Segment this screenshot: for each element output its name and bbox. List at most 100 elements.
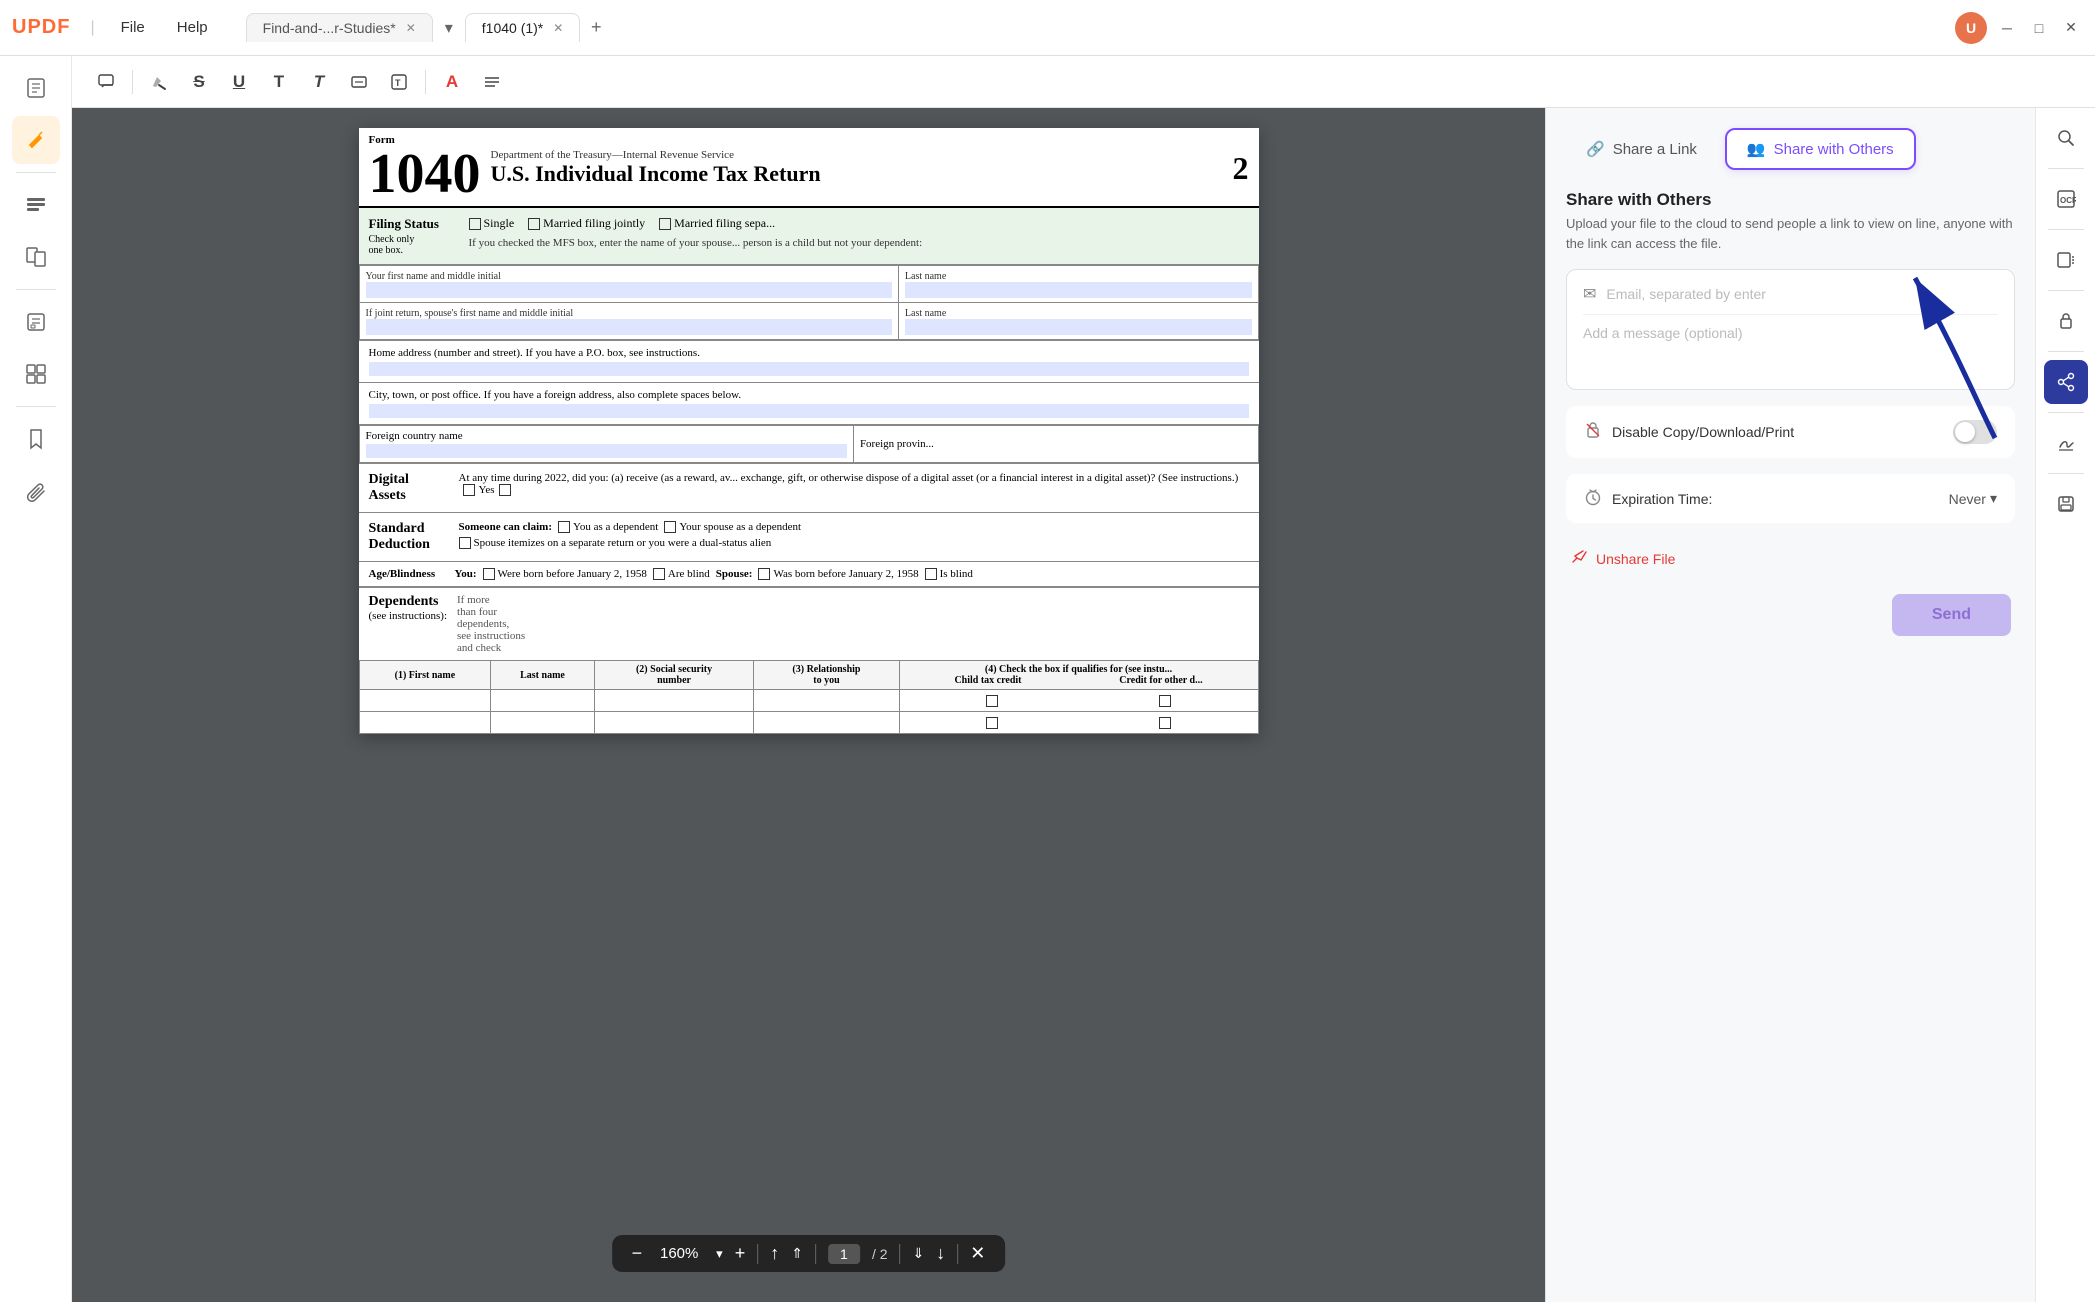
menu-help[interactable]: Help bbox=[163, 13, 222, 42]
spouse-last-input[interactable] bbox=[905, 319, 1252, 335]
dep-2-fn[interactable] bbox=[359, 712, 491, 734]
spouse-born-58-checkbox[interactable] bbox=[758, 568, 770, 580]
tool-comment[interactable] bbox=[88, 64, 124, 100]
sidebar-item-annotate[interactable] bbox=[12, 116, 60, 164]
city-input[interactable] bbox=[369, 404, 1249, 418]
tab-add[interactable]: + bbox=[582, 14, 610, 42]
dep-2-ln[interactable] bbox=[491, 712, 594, 734]
avatar: U bbox=[1955, 12, 1987, 44]
da-yes-checkbox[interactable] bbox=[463, 484, 475, 496]
zoom-level: 160% bbox=[654, 1245, 704, 1262]
dep-1-ssn[interactable] bbox=[594, 690, 754, 712]
dep-1-rel[interactable] bbox=[754, 690, 899, 712]
tool-color[interactable]: A bbox=[434, 64, 470, 100]
tool-text-style[interactable]: T bbox=[381, 64, 417, 100]
expiration-value-text: Never bbox=[1949, 491, 1986, 507]
tool-text-bold[interactable]: T bbox=[301, 64, 337, 100]
rs-protect[interactable] bbox=[2044, 299, 2088, 343]
tab-0-close[interactable]: ✕ bbox=[406, 21, 416, 35]
scroll-down-button[interactable]: ↓ bbox=[936, 1243, 945, 1264]
zoom-out-button[interactable]: − bbox=[632, 1243, 643, 1264]
born-58-checkbox[interactable] bbox=[483, 568, 495, 580]
blind-checkbox[interactable] bbox=[653, 568, 665, 580]
page-number-input[interactable] bbox=[828, 1244, 860, 1264]
spouse-itemize-checkbox[interactable] bbox=[459, 537, 471, 549]
spouse-last-label: Last name bbox=[898, 303, 1258, 340]
sidebar-sep-3 bbox=[16, 406, 56, 407]
scroll-up-button[interactable]: ↑ bbox=[770, 1243, 779, 1264]
tool-text-T[interactable]: T bbox=[261, 64, 297, 100]
tab-0-label: Find-and-...r-Studies* bbox=[263, 20, 396, 36]
dep-2-rel[interactable] bbox=[754, 712, 899, 734]
tab-1[interactable]: f1040 (1)* ✕ bbox=[465, 13, 581, 42]
sidebar-item-attachment[interactable] bbox=[12, 467, 60, 515]
tool-text-box[interactable] bbox=[341, 64, 377, 100]
dependent-checkbox[interactable] bbox=[558, 521, 570, 533]
address-label: Home address (number and street). If you… bbox=[369, 347, 1249, 359]
scroll-top-button[interactable]: ⇑ bbox=[791, 1245, 803, 1262]
sidebar-sep-1 bbox=[16, 172, 56, 173]
pdf-canvas-area[interactable]: Form 1040 Department of the Treasury—Int… bbox=[72, 108, 1545, 1302]
rs-ocr[interactable]: OCR bbox=[2044, 177, 2088, 221]
sidebar-item-bookmark[interactable] bbox=[12, 415, 60, 463]
spouse-blind-checkbox[interactable] bbox=[925, 568, 937, 580]
sidebar-item-organize[interactable] bbox=[12, 350, 60, 398]
tab-dropdown[interactable]: ▾ bbox=[435, 14, 463, 42]
minimize-button[interactable]: ─ bbox=[1995, 16, 2019, 40]
tool-strikethrough[interactable]: S bbox=[181, 64, 217, 100]
dep-table: (1) First name Last name (2) Social secu… bbox=[359, 660, 1259, 734]
tab-share-others[interactable]: 👥 Share with Others bbox=[1725, 128, 1916, 170]
first-name-input[interactable] bbox=[366, 282, 892, 298]
page-down-button[interactable]: ⇓ bbox=[913, 1245, 925, 1262]
dep-1-other-credit-cb[interactable] bbox=[1159, 695, 1171, 707]
unshare-row[interactable]: Unshare File bbox=[1566, 539, 2015, 578]
dep-2-child-credit-cb[interactable] bbox=[986, 717, 998, 729]
rs-save[interactable] bbox=[2044, 482, 2088, 526]
dep-note: If morethan fourdependents,see instructi… bbox=[457, 594, 1248, 654]
foreign-country-input[interactable] bbox=[366, 444, 847, 458]
sidebar-item-pages[interactable] bbox=[12, 233, 60, 281]
sidebar-item-forms[interactable] bbox=[12, 298, 60, 346]
name-row-2: If joint return, spouse's first name and… bbox=[359, 303, 1258, 340]
zoom-dropdown[interactable]: ▾ bbox=[716, 1246, 723, 1262]
mfs-checkbox[interactable] bbox=[659, 218, 671, 230]
sidebar-item-view[interactable] bbox=[12, 64, 60, 112]
tool-underline[interactable]: U bbox=[221, 64, 257, 100]
dep-2-ssn[interactable] bbox=[594, 712, 754, 734]
last-name-input[interactable] bbox=[905, 282, 1252, 298]
tab-0[interactable]: Find-and-...r-Studies* ✕ bbox=[246, 13, 433, 42]
tool-more[interactable] bbox=[474, 64, 510, 100]
dep-row-2 bbox=[359, 712, 1258, 734]
message-placeholder[interactable]: Add a message (optional) bbox=[1583, 325, 1743, 341]
email-input[interactable] bbox=[1606, 286, 1998, 302]
dep-1-fn[interactable] bbox=[359, 690, 491, 712]
digital-assets-section: Digital Assets At any time during 2022, … bbox=[359, 463, 1259, 513]
tool-highlight[interactable] bbox=[141, 64, 177, 100]
dep-1-ln[interactable] bbox=[491, 690, 594, 712]
close-button[interactable]: ✕ bbox=[2059, 16, 2083, 40]
tab-1-close[interactable]: ✕ bbox=[553, 21, 563, 35]
da-no-checkbox[interactable] bbox=[499, 484, 511, 496]
disable-copy-toggle[interactable] bbox=[1953, 420, 1997, 444]
spouse-name-input[interactable] bbox=[366, 319, 892, 335]
maximize-button[interactable]: □ bbox=[2027, 16, 2051, 40]
sidebar-item-edit[interactable] bbox=[12, 181, 60, 229]
dep-2-other-credit-cb[interactable] bbox=[1159, 717, 1171, 729]
zoom-in-button[interactable]: + bbox=[735, 1243, 746, 1264]
mfj-checkbox[interactable] bbox=[528, 218, 540, 230]
rs-search[interactable] bbox=[2044, 116, 2088, 160]
expiration-dropdown[interactable]: Never ▾ bbox=[1949, 490, 1997, 507]
send-button[interactable]: Send bbox=[1892, 594, 2011, 636]
dep-col-fn: (1) First name bbox=[359, 661, 491, 690]
rs-convert[interactable] bbox=[2044, 238, 2088, 282]
tab-share-link[interactable]: 🔗 Share a Link bbox=[1566, 128, 1717, 170]
dep-col-rel: (3) Relationshipto you bbox=[754, 661, 899, 690]
rs-sign[interactable] bbox=[2044, 421, 2088, 465]
single-checkbox[interactable] bbox=[469, 218, 481, 230]
rs-share[interactable] bbox=[2044, 360, 2088, 404]
spouse-dep-checkbox[interactable] bbox=[664, 521, 676, 533]
close-toolbar-button[interactable]: ✕ bbox=[970, 1243, 985, 1264]
address-input[interactable] bbox=[369, 362, 1249, 376]
menu-file[interactable]: File bbox=[107, 13, 159, 42]
dep-1-child-credit-cb[interactable] bbox=[986, 695, 998, 707]
